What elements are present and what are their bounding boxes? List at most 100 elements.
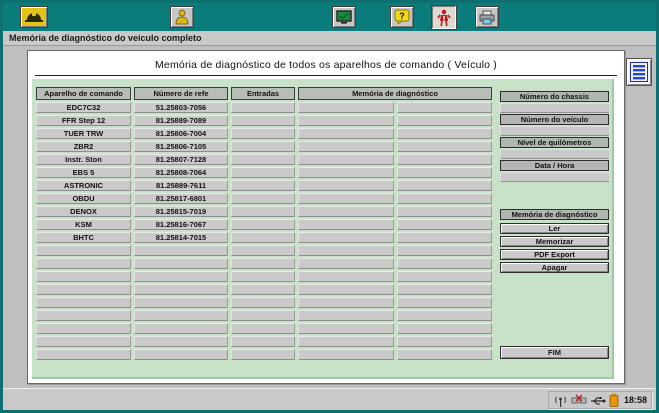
device-cell[interactable]: DENOX: [36, 206, 131, 217]
page-title: Memória de diagnóstico de todos os apare…: [28, 51, 624, 71]
memory-cell-2[interactable]: [397, 167, 492, 178]
memory-cell[interactable]: [298, 154, 394, 165]
entries-cell[interactable]: [231, 219, 295, 230]
help-icon[interactable]: ?: [390, 6, 414, 28]
device-cell[interactable]: ASTRONIC: [36, 180, 131, 191]
entries-cell[interactable]: [231, 102, 295, 113]
entries-cell[interactable]: [231, 193, 295, 204]
empty-cell: [397, 336, 492, 347]
empty-cell: [298, 245, 394, 256]
empty-cell: [231, 323, 295, 334]
list-icon[interactable]: [626, 58, 652, 86]
ref-cell[interactable]: 51.25803-7056: [134, 102, 228, 113]
entries-cell[interactable]: [231, 232, 295, 243]
entries-cell[interactable]: [231, 115, 295, 126]
memory-cell-2[interactable]: [397, 180, 492, 191]
usb-icon: [590, 394, 606, 407]
empty-cell: [298, 297, 394, 308]
chassis-number-field: [500, 103, 609, 113]
empty-cell: [397, 310, 492, 321]
pdf-export-button[interactable]: PDF Export: [500, 249, 609, 260]
memory-cell-2[interactable]: [397, 206, 492, 217]
empty-cell: [134, 323, 228, 334]
ref-cell[interactable]: 81.25807-7128: [134, 154, 228, 165]
empty-cell: [231, 297, 295, 308]
device-cell[interactable]: EDC7C32: [36, 102, 131, 113]
memory-cell-2[interactable]: [397, 141, 492, 152]
memory-cell[interactable]: [298, 167, 394, 178]
ref-cell[interactable]: 81.25806-7004: [134, 128, 228, 139]
memory-section-title: Memória de diagnóstico: [500, 209, 609, 220]
ref-cell[interactable]: 81.25806-7105: [134, 141, 228, 152]
empty-cell: [231, 310, 295, 321]
app-window: ? Memória de diagnóstico do veículo comp…: [0, 0, 659, 413]
memory-cell[interactable]: [298, 193, 394, 204]
ref-cell[interactable]: 81.25814-7015: [134, 232, 228, 243]
memory-cell[interactable]: [298, 115, 394, 126]
disconnected-icon: [571, 394, 587, 407]
read-button[interactable]: Ler: [500, 223, 609, 234]
device-cell[interactable]: ZBR2: [36, 141, 131, 152]
fim-button[interactable]: FIM: [500, 346, 609, 359]
ref-cell[interactable]: 81.25817-6801: [134, 193, 228, 204]
ref-cell[interactable]: 81.25889-7611: [134, 180, 228, 191]
entries-cell[interactable]: [231, 167, 295, 178]
delete-button[interactable]: Apagar: [500, 262, 609, 273]
device-cell[interactable]: FFR Step 12: [36, 115, 131, 126]
empty-cell: [298, 349, 394, 360]
empty-cell: [231, 349, 295, 360]
memory-cell[interactable]: [298, 128, 394, 139]
device-cell[interactable]: BHTC: [36, 232, 131, 243]
empty-cell: [134, 349, 228, 360]
device-cell[interactable]: Instr. Ston: [36, 154, 131, 165]
breadcrumb: Memória de diagnóstico do veículo comple…: [3, 31, 656, 46]
main-area: Memória de diagnóstico de todos os apare…: [3, 47, 656, 388]
memory-cell[interactable]: [298, 219, 394, 230]
ref-cell[interactable]: 81.25816-7067: [134, 219, 228, 230]
diagnostic-alert-icon[interactable]: [431, 5, 457, 30]
device-cell[interactable]: KSM: [36, 219, 131, 230]
toolbar: ?: [3, 3, 656, 31]
vehicle-number-field: [500, 126, 609, 136]
monitor-ok-icon[interactable]: [332, 6, 356, 28]
memory-cell-2[interactable]: [397, 232, 492, 243]
memory-cell[interactable]: [298, 102, 394, 113]
empty-cell: [298, 284, 394, 295]
memory-cell[interactable]: [298, 206, 394, 217]
empty-cell: [231, 284, 295, 295]
memory-cell-2[interactable]: [397, 219, 492, 230]
memory-cell-2[interactable]: [397, 115, 492, 126]
empty-cell: [36, 271, 131, 282]
empty-cell: [231, 271, 295, 282]
ref-cell[interactable]: 81.25808-7064: [134, 167, 228, 178]
memory-cell-2[interactable]: [397, 128, 492, 139]
device-cell[interactable]: TUER TRW: [36, 128, 131, 139]
memory-cell[interactable]: [298, 232, 394, 243]
empty-cell: [298, 258, 394, 269]
ref-cell[interactable]: 81.25815-7019: [134, 206, 228, 217]
ref-cell[interactable]: 81.25889-7089: [134, 115, 228, 126]
user-icon[interactable]: [170, 6, 194, 28]
entries-cell[interactable]: [231, 128, 295, 139]
empty-cell: [36, 336, 131, 347]
entries-cell[interactable]: [231, 154, 295, 165]
memory-cell[interactable]: [298, 180, 394, 191]
memorize-button[interactable]: Memorizar: [500, 236, 609, 247]
status-bar: 18:58: [3, 388, 656, 410]
printer-icon[interactable]: [475, 6, 499, 28]
km-level-label: Nível de quilómetros: [500, 137, 609, 148]
empty-cell: [134, 297, 228, 308]
empty-cell: [397, 258, 492, 269]
memory-cell-2[interactable]: [397, 102, 492, 113]
device-cell[interactable]: EBS 5: [36, 167, 131, 178]
entries-cell[interactable]: [231, 206, 295, 217]
entries-cell[interactable]: [231, 141, 295, 152]
memory-cell[interactable]: [298, 141, 394, 152]
app-logo-icon[interactable]: [20, 6, 48, 28]
memory-cell-2[interactable]: [397, 154, 492, 165]
entries-cell[interactable]: [231, 180, 295, 191]
device-cell[interactable]: OBDU: [36, 193, 131, 204]
empty-cell: [36, 349, 131, 360]
svg-text:?: ?: [399, 11, 405, 21]
memory-cell-2[interactable]: [397, 193, 492, 204]
